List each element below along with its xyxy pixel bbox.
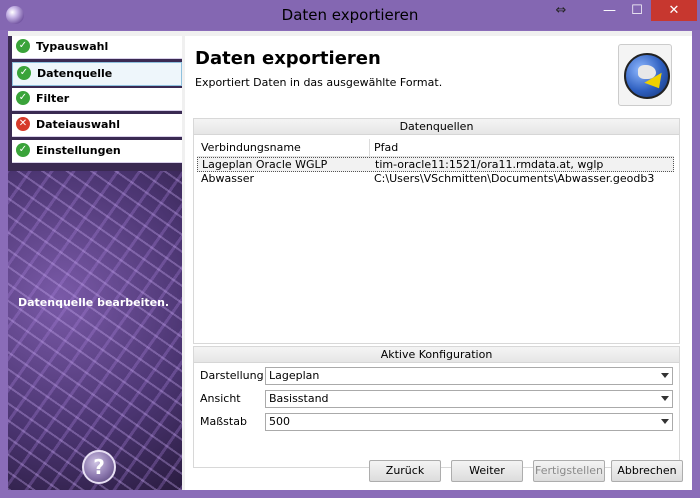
- resize-arrows-icon[interactable]: ⇔: [548, 0, 574, 21]
- sidebar-map-artwork: [8, 171, 182, 490]
- sidebar-item-typauswahl[interactable]: ✓ Typauswahl: [12, 36, 182, 59]
- column-header-name[interactable]: Verbindungsname: [201, 141, 301, 154]
- massstab-select[interactable]: 500: [265, 413, 673, 431]
- datasources-group-title: Datenquellen: [194, 119, 679, 135]
- error-icon: ✕: [16, 117, 30, 131]
- select-value: 500: [269, 415, 290, 428]
- field-label: Ansicht: [200, 392, 241, 405]
- next-button[interactable]: Weiter: [451, 460, 523, 482]
- column-header-path[interactable]: Pfad: [374, 141, 398, 154]
- sidebar-item-label: Datenquelle: [37, 67, 113, 80]
- sidebar-item-datenquelle[interactable]: ✓ Datenquelle: [12, 62, 182, 86]
- field-label: Maßstab: [200, 415, 247, 428]
- window: Daten exportieren ⇔ — ☐ ✕ ✓ Typauswahl ✓…: [0, 0, 700, 498]
- massstab-field: Maßstab 500: [200, 413, 676, 431]
- table-row[interactable]: Abwasser C:\Users\VSchmitten\Documents\A…: [197, 172, 674, 187]
- finish-button[interactable]: Fertigstellen: [533, 460, 605, 482]
- sidebar-caption: Datenquelle bearbeiten.: [18, 296, 170, 309]
- sidebar-item-label: Filter: [36, 92, 70, 105]
- help-icon[interactable]: ?: [82, 450, 116, 484]
- table-row[interactable]: Lageplan Oracle WGLP tim-oracle11:1521/o…: [197, 157, 674, 172]
- ansicht-field: Ansicht Basisstand: [200, 390, 676, 408]
- main-panel: Daten exportieren Exportiert Daten in da…: [185, 36, 692, 490]
- window-title: Daten exportieren: [281, 6, 419, 24]
- ansicht-select[interactable]: Basisstand: [265, 390, 673, 408]
- cancel-button[interactable]: Abbrechen: [611, 460, 683, 482]
- check-icon: ✓: [16, 91, 30, 105]
- select-value: Lageplan: [269, 369, 320, 382]
- export-globe-icon: [618, 44, 672, 106]
- title-bar[interactable]: Daten exportieren ⇔ — ☐ ✕: [0, 0, 700, 30]
- field-label: Darstellung: [200, 369, 264, 382]
- sidebar-item-label: Einstellungen: [36, 144, 121, 157]
- wizard-sidebar: ✓ Typauswahl ✓ Datenquelle ✓ Filter ✕ Da…: [8, 36, 182, 490]
- check-icon: ✓: [17, 66, 31, 80]
- select-value: Basisstand: [269, 392, 329, 405]
- active-config-group-title: Aktive Konfiguration: [194, 347, 679, 363]
- page-subtitle: Exportiert Daten in das ausgewählte Form…: [195, 76, 443, 89]
- sidebar-item-label: Typauswahl: [36, 40, 109, 53]
- row-path: tim-oracle11:1521/ora11.rmdata.at, wglp: [375, 158, 604, 171]
- darstellung-select[interactable]: Lageplan: [265, 367, 673, 385]
- sidebar-item-dateiauswahl[interactable]: ✕ Dateiauswahl: [12, 114, 182, 137]
- chevron-down-icon[interactable]: [661, 419, 669, 424]
- globe-icon: [624, 53, 670, 99]
- column-divider[interactable]: [369, 139, 370, 156]
- row-path: C:\Users\VSchmitten\Documents\Abwasser.g…: [374, 172, 655, 185]
- row-name: Lageplan Oracle WGLP: [202, 158, 328, 171]
- minimize-button[interactable]: —: [596, 0, 623, 21]
- sidebar-item-label: Dateiauswahl: [36, 118, 121, 131]
- active-config-group: Aktive Konfiguration Darstellung Lagepla…: [193, 346, 680, 468]
- check-icon: ✓: [16, 143, 30, 157]
- datasources-group: Datenquellen Verbindungsname Pfad Lagepl…: [193, 118, 680, 344]
- back-button[interactable]: Zurück: [369, 460, 441, 482]
- chevron-down-icon[interactable]: [661, 396, 669, 401]
- page-title: Daten exportieren: [195, 48, 381, 69]
- datasources-list[interactable]: Verbindungsname Pfad Lageplan Oracle WGL…: [197, 139, 674, 339]
- check-icon: ✓: [16, 39, 30, 53]
- sidebar-item-einstellungen[interactable]: ✓ Einstellungen: [12, 140, 182, 163]
- close-button[interactable]: ✕: [651, 0, 697, 21]
- darstellung-field: Darstellung Lageplan: [200, 367, 676, 385]
- maximize-button[interactable]: ☐: [624, 0, 650, 21]
- row-name: Abwasser: [201, 172, 254, 185]
- sidebar-item-filter[interactable]: ✓ Filter: [12, 88, 182, 111]
- list-header: Verbindungsname Pfad: [197, 139, 674, 157]
- chevron-down-icon[interactable]: [661, 373, 669, 378]
